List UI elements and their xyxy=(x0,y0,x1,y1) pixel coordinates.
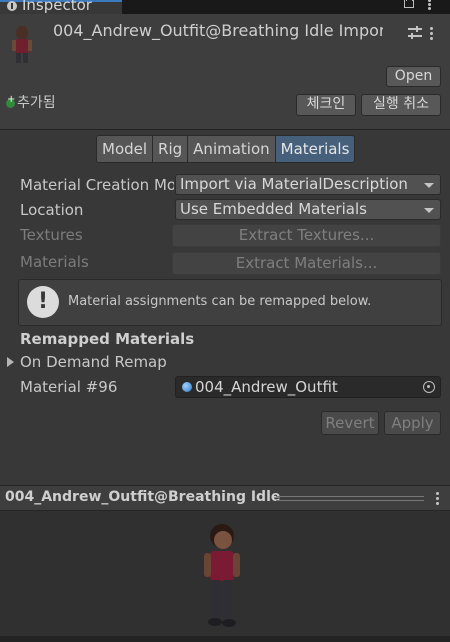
chevron-right-icon[interactable] xyxy=(7,357,14,367)
material-creation-value: Import via MaterialDescription xyxy=(180,175,408,193)
remapped-materials-heading: Remapped Materials xyxy=(20,330,195,348)
model-preview[interactable] xyxy=(0,511,450,636)
textures-label: Textures xyxy=(20,226,83,244)
material-object-field[interactable]: 004_Andrew_Outfit xyxy=(175,376,441,398)
help-text: Material assignments can be remapped bel… xyxy=(68,294,372,309)
help-box: ! Material assignments can be remapped b… xyxy=(18,279,442,326)
inspector-tab[interactable]: Inspector xyxy=(0,0,122,14)
lock-icon[interactable] xyxy=(404,0,414,8)
material-creation-label: Material Creation Mo xyxy=(20,176,174,194)
drag-grip-icon[interactable] xyxy=(276,496,424,501)
preview-menu-icon[interactable] xyxy=(436,492,440,506)
material-object-value: 004_Andrew_Outfit xyxy=(195,378,338,396)
warning-exclamation-icon: ! xyxy=(27,286,59,318)
vcs-revert-button[interactable]: 실행 취소 xyxy=(361,94,441,116)
material-slot-label: Material #96 xyxy=(20,378,118,396)
preview-header[interactable]: 004_Andrew_Outfit@Breathing Idle xyxy=(0,485,450,511)
header-menu-icon[interactable] xyxy=(430,26,434,40)
location-label: Location xyxy=(20,201,84,219)
on-demand-remap-foldout[interactable]: On Demand Remap xyxy=(20,353,167,371)
presets-sliders-icon[interactable] xyxy=(408,26,422,40)
inspector-tab-title: Inspector xyxy=(22,0,92,14)
materials-label: Materials xyxy=(20,253,89,271)
added-plus-icon xyxy=(6,94,15,108)
extract-textures-button[interactable]: Extract Textures... xyxy=(172,224,441,247)
tab-menu-icon[interactable] xyxy=(428,0,432,10)
tab-animation[interactable]: Animation xyxy=(188,136,276,162)
asset-title: 004_Andrew_Outfit@Breathing Idle Import … xyxy=(53,21,383,40)
object-picker-icon[interactable] xyxy=(423,381,435,393)
location-dropdown[interactable]: Use Embedded Materials xyxy=(175,199,441,220)
chevron-down-icon xyxy=(424,208,434,213)
checkin-button[interactable]: 체크인 xyxy=(296,94,356,116)
tab-model[interactable]: Model xyxy=(97,136,154,162)
apply-button[interactable]: Apply xyxy=(384,411,441,435)
material-sphere-icon xyxy=(182,382,192,392)
open-button[interactable]: Open xyxy=(386,66,441,87)
material-creation-dropdown[interactable]: Import via MaterialDescription xyxy=(175,174,441,195)
tab-rig[interactable]: Rig xyxy=(153,136,189,162)
asset-header: 004_Andrew_Outfit@Breathing Idle Import … xyxy=(0,14,450,130)
importer-tabs: Model Rig Animation Materials xyxy=(96,135,356,163)
extract-materials-button[interactable]: Extract Materials... xyxy=(172,252,441,275)
location-value: Use Embedded Materials xyxy=(180,200,367,218)
chevron-down-icon xyxy=(424,183,434,188)
vcs-status-label: 추가됨 xyxy=(17,95,56,111)
bottom-strip xyxy=(0,636,450,642)
tab-materials[interactable]: Materials xyxy=(275,136,355,162)
preview-title: 004_Andrew_Outfit@Breathing Idle xyxy=(5,489,281,505)
character-preview[interactable] xyxy=(196,523,246,631)
revert-button[interactable]: Revert xyxy=(321,411,379,435)
character-thumbnail xyxy=(4,24,40,66)
info-icon xyxy=(7,1,17,11)
